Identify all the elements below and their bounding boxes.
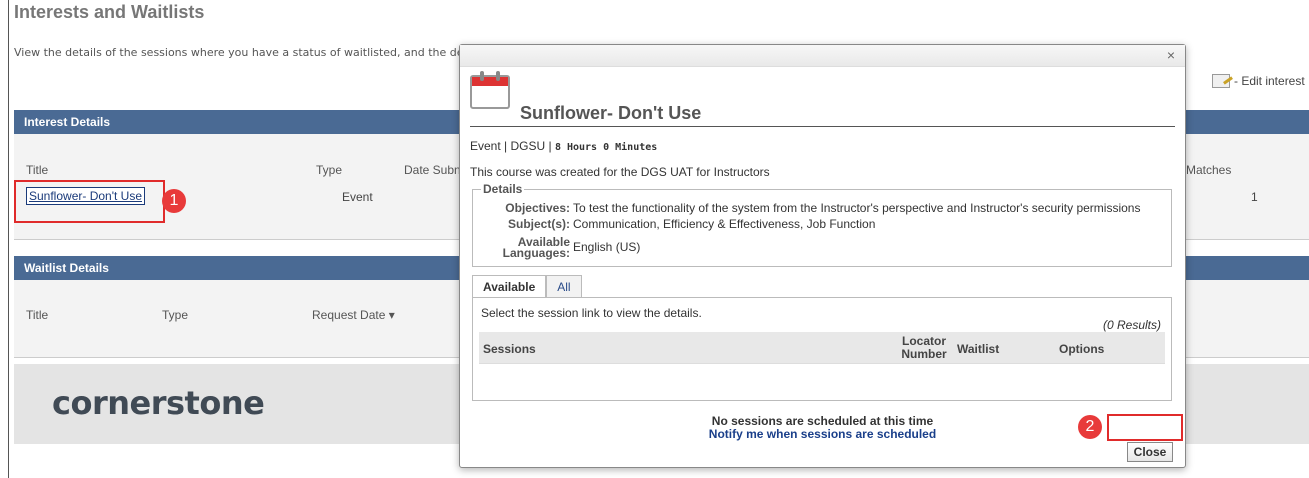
objectives-label: Objectives:: [505, 201, 570, 215]
tab-all[interactable]: All: [546, 275, 582, 297]
col-title: Title: [26, 163, 49, 177]
session-tabs: Available All: [472, 275, 582, 297]
col-locator-number: Locator Number: [901, 334, 947, 361]
course-type: Event | DGSU |: [470, 139, 552, 153]
course-details-modal: × Sunflower- Don't Use Event | DGSU | 8 …: [459, 44, 1186, 468]
edit-icon: [1212, 74, 1230, 88]
languages-label: Available Languages:: [502, 235, 570, 260]
annotation-box-2: [1107, 414, 1183, 441]
edit-interest-label: - Edit interest: [1234, 74, 1305, 88]
interest-matches-cell: 1: [1251, 190, 1258, 204]
details-legend: Details: [481, 182, 525, 196]
col-date-submitted: Date Subn: [404, 163, 461, 177]
subjects-value: Communication, Efficiency & Effectivenes…: [573, 217, 876, 231]
col-sessions: Sessions: [483, 342, 536, 356]
col-waitlist: Waitlist: [957, 342, 1000, 356]
sort-down-icon: ▾: [388, 308, 395, 322]
cornerstone-logo: cornerstone: [52, 384, 265, 422]
annotation-badge-1: 1: [162, 189, 186, 213]
waitlist-col-request-date[interactable]: Request Date ▾: [312, 308, 395, 322]
sessions-grid-header: Sessions Locator Number Waitlist Options: [479, 332, 1165, 364]
annotation-box-1: [14, 180, 165, 223]
calendar-icon: [470, 71, 510, 109]
waitlist-col-type: Type: [162, 308, 189, 322]
edit-interest-link[interactable]: - Edit interest: [1212, 74, 1305, 88]
request-date-label: Request Date: [312, 308, 386, 322]
page-description: View the details of the sessions where y…: [14, 46, 523, 59]
close-icon[interactable]: ×: [1167, 47, 1175, 63]
modal-titlebar: [460, 45, 1185, 67]
languages-value: English (US): [573, 240, 641, 254]
course-duration: 8 Hours 0 Minutes: [554, 142, 658, 153]
no-sessions-message: No sessions are scheduled at this time: [711, 414, 934, 428]
close-button[interactable]: Close: [1127, 442, 1173, 462]
objectives-value: To test the functionality of the system …: [573, 201, 1141, 215]
col-matches: Matches: [1186, 163, 1232, 177]
col-options: Options: [1059, 342, 1105, 356]
title-divider: [470, 126, 1175, 127]
objectives-row: Objectives: To test the functionality of…: [473, 201, 1141, 215]
notify-me-link[interactable]: Notify me when sessions are scheduled: [470, 427, 1175, 441]
interest-type-cell: Event: [342, 190, 373, 204]
waitlist-col-title: Title: [26, 308, 49, 322]
modal-title: Sunflower- Don't Use: [520, 103, 702, 123]
subjects-label: Subject(s):: [507, 217, 570, 231]
page-title: Interests and Waitlists: [14, 2, 205, 22]
session-help-text: Select the session link to view the deta…: [481, 306, 702, 320]
sessions-panel: Select the session link to view the deta…: [472, 297, 1172, 401]
course-description: This course was created for the DGS UAT …: [470, 165, 770, 179]
tab-available[interactable]: Available: [472, 275, 547, 297]
col-type: Type: [316, 163, 343, 177]
details-fieldset: Details Objectives: To test the function…: [472, 182, 1172, 267]
results-count: (0 Results): [1102, 318, 1161, 332]
subjects-row: Subject(s): Communication, Efficiency & …: [473, 217, 876, 231]
annotation-badge-2: 2: [1078, 415, 1102, 439]
course-meta: Event | DGSU | 8 Hours 0 Minutes: [470, 139, 657, 153]
languages-row: Available Languages: English (US): [473, 235, 641, 260]
